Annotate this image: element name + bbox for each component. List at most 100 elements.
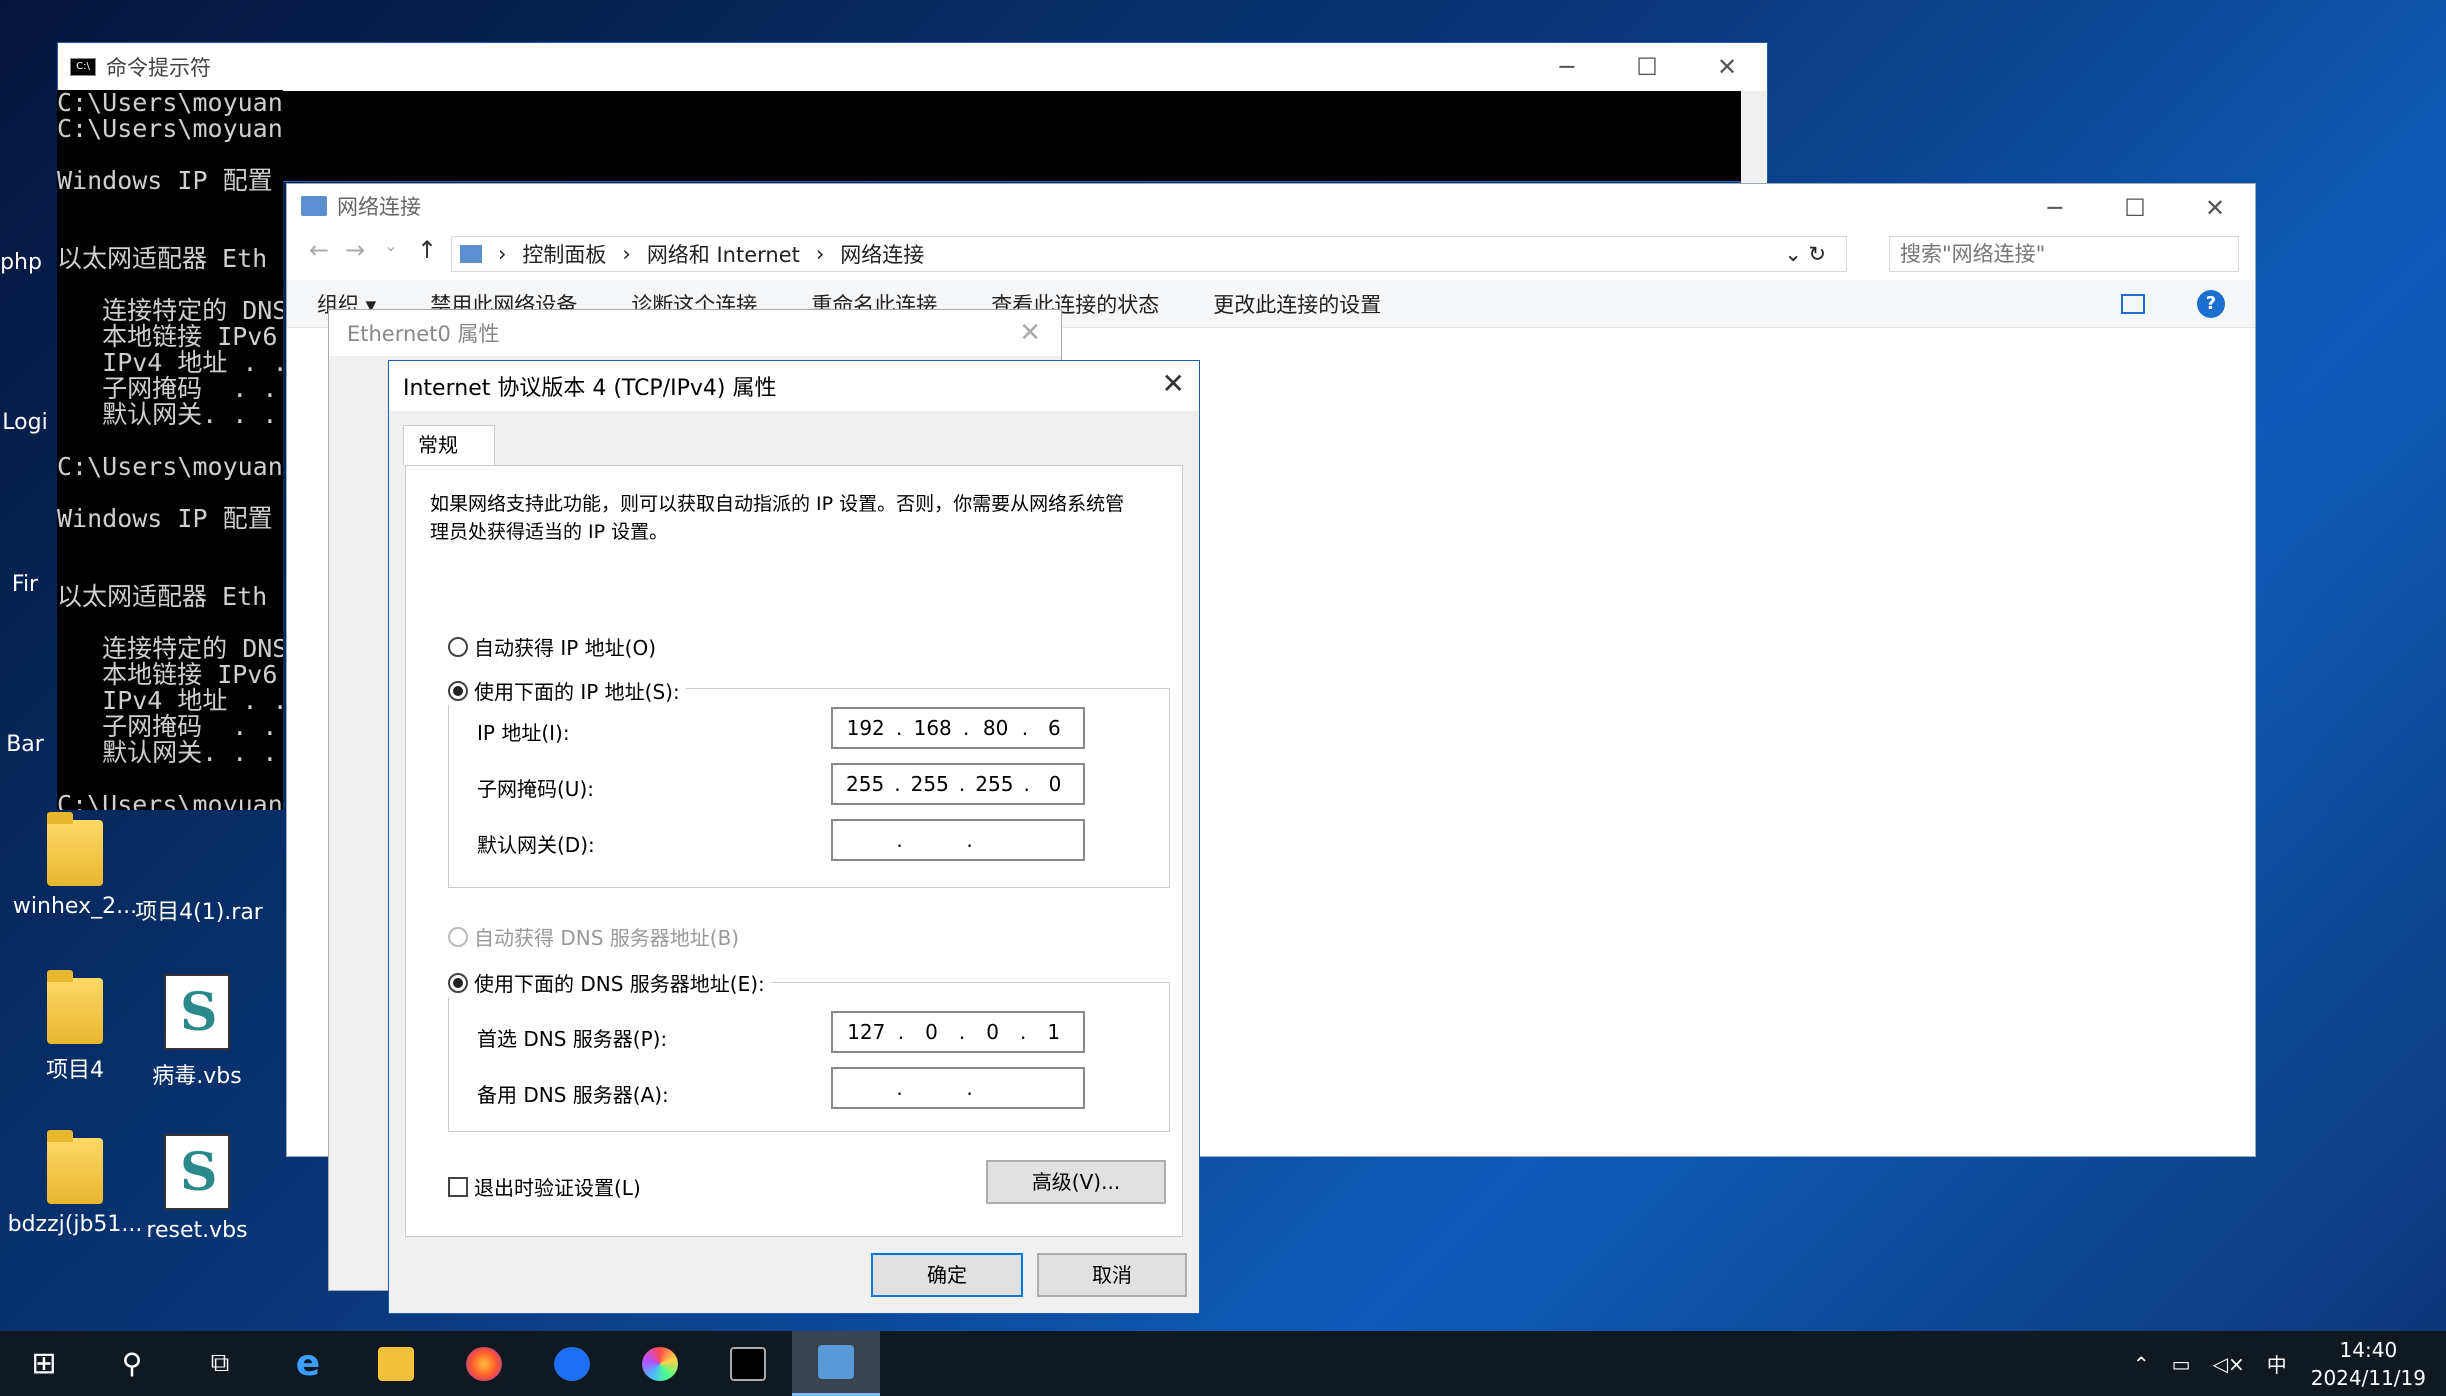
breadcrumb-sep-icon: › — [815, 242, 825, 266]
taskbar-firefox[interactable] — [440, 1331, 528, 1396]
close-icon[interactable]: ✕ — [2175, 184, 2255, 232]
volume-muted-icon[interactable]: ◁× — [2213, 1352, 2245, 1376]
validate-checkbox[interactable] — [448, 1176, 468, 1197]
cmd-titlebar[interactable]: C:\ 命令提示符 ─ ☐ ✕ — [58, 43, 1767, 91]
close-icon[interactable]: ✕ — [1687, 43, 1767, 91]
help-icon[interactable]: ? — [2197, 290, 2225, 318]
manual-dns-label: 使用下面的 DNS 服务器地址(E): — [474, 972, 765, 996]
cmd-title: 命令提示符 — [106, 56, 211, 80]
forward-icon[interactable]: → — [337, 236, 373, 264]
ip-octet: 127 — [847, 1020, 886, 1044]
manual-ip-radio-row[interactable]: 使用下面的 IP 地址(S): — [448, 676, 686, 705]
taskbar-explorer[interactable] — [352, 1331, 440, 1396]
cmd-window[interactable]: C:\ 命令提示符 ─ ☐ ✕ — [57, 42, 1768, 183]
breadcrumb-item[interactable]: 网络连接 — [840, 239, 924, 269]
internet-explorer-icon: e — [295, 1343, 321, 1384]
maximize-icon[interactable]: ☐ — [1607, 43, 1687, 91]
dns2-label: 备用 DNS 服务器(A): — [477, 1083, 669, 1107]
auto-dns-label: 自动获得 DNS 服务器地址(B) — [474, 926, 740, 950]
eth-titlebar[interactable]: Ethernet0 属性 — [329, 310, 1061, 356]
taskbar-cmd[interactable] — [704, 1331, 792, 1396]
cmd-scrollbar[interactable] — [1741, 91, 1767, 183]
close-icon[interactable]: ✕ — [1019, 318, 1041, 348]
manual-dns-radio-row[interactable]: 使用下面的 DNS 服务器地址(E): — [448, 968, 771, 997]
ipv4-titlebar[interactable]: Internet 协议版本 4 (TCP/IPv4) 属性 — [389, 361, 1199, 411]
chevron-down-icon[interactable]: ⌄ — [1784, 242, 1802, 266]
taskbar-app-blue[interactable] — [528, 1331, 616, 1396]
chevron-up-icon[interactable]: ⌃ — [2133, 1352, 2150, 1376]
subnet-mask-field[interactable]: 255. 255. 255. 0 — [831, 763, 1085, 805]
change-settings-button[interactable]: 更改此连接的设置 — [1213, 289, 1381, 319]
folder-icon — [47, 970, 103, 1044]
ip-address-field[interactable]: 192. 168. 80. 6 — [831, 707, 1085, 749]
back-icon[interactable]: ← — [301, 236, 337, 264]
maximize-icon[interactable]: ☐ — [2095, 184, 2175, 232]
ipv4-properties-dialog[interactable]: Internet 协议版本 4 (TCP/IPv4) 属性 ✕ 常规 如果网络支… — [388, 360, 1200, 1314]
desktop-icon-label: reset.vbs — [146, 1218, 248, 1243]
recent-icon[interactable]: ⌄ — [373, 236, 409, 264]
minimize-icon[interactable]: ─ — [2015, 184, 2095, 232]
auto-dns-radio[interactable] — [448, 926, 468, 947]
dns2-field[interactable]: . . — [831, 1067, 1085, 1109]
network-icon — [301, 196, 327, 216]
cmd-icon — [730, 1346, 766, 1381]
desktop-icon-label: 病毒.vbs — [152, 1064, 242, 1089]
breadcrumb-item[interactable]: 网络和 Internet — [647, 239, 800, 269]
script-icon — [164, 1134, 230, 1210]
gateway-field[interactable]: . . — [831, 819, 1085, 861]
minimize-icon[interactable]: ─ — [1527, 43, 1607, 91]
clock[interactable]: 14:40 2024/11/19 — [2311, 1336, 2426, 1392]
ip-octet: 255 — [910, 772, 949, 796]
validate-checkbox-row[interactable]: 退出时验证设置(L) — [448, 1172, 641, 1201]
close-icon[interactable]: ✕ — [1162, 367, 1185, 400]
manual-ip-radio[interactable] — [448, 680, 468, 701]
archive-icon — [124, 820, 274, 886]
search-icon: ⚲ — [121, 1347, 143, 1380]
ip-octet: 255 — [975, 772, 1014, 796]
ok-button[interactable]: 确定 — [871, 1253, 1023, 1297]
folder-icon — [47, 812, 103, 886]
file-explorer-icon — [378, 1346, 414, 1381]
desktop-icon-project-rar[interactable]: 项目4(1).rar — [124, 820, 274, 926]
search-input[interactable]: 搜索"网络连接" — [1889, 236, 2239, 272]
desktop-icon-virus-vbs[interactable]: 病毒.vbs — [122, 974, 272, 1090]
search-button[interactable]: ⚲ — [88, 1331, 176, 1396]
ime-indicator[interactable]: 中 — [2267, 1349, 2287, 1378]
taskbar-network-control[interactable] — [792, 1331, 880, 1396]
breadcrumb-item[interactable]: 控制面板 — [522, 239, 606, 269]
script-icon — [164, 974, 230, 1050]
auto-dns-radio-row[interactable]: 自动获得 DNS 服务器地址(B) — [448, 922, 739, 951]
taskbar-ie[interactable]: e — [264, 1331, 352, 1396]
tab-general[interactable]: 常规 — [403, 425, 495, 465]
refresh-icon[interactable]: ↻ — [1808, 242, 1826, 266]
network-status-icon[interactable]: ▭ — [2172, 1352, 2191, 1376]
cmd-app-icon: C:\ — [70, 58, 96, 76]
cancel-button[interactable]: 取消 — [1037, 1253, 1187, 1297]
start-button[interactable]: ⊞ — [0, 1331, 88, 1396]
manual-dns-radio[interactable] — [448, 972, 468, 993]
clock-date: 2024/11/19 — [2310, 1365, 2426, 1390]
system-tray: ⌃ ▭ ◁× 中 14:40 2024/11/19 — [2111, 1331, 2426, 1396]
windows-logo-icon: ⊞ — [31, 1346, 57, 1381]
task-view-icon: ⧉ — [210, 1348, 230, 1378]
auto-ip-radio[interactable] — [448, 636, 468, 657]
net-title: 网络连接 — [337, 195, 421, 219]
eth-title: Ethernet0 属性 — [347, 322, 500, 346]
auto-ip-label: 自动获得 IP 地址(O) — [474, 636, 657, 660]
desktop-icon-reset-vbs[interactable]: reset.vbs — [122, 1134, 272, 1243]
firefox-icon — [466, 1346, 502, 1381]
intro-text: 如果网络支持此功能，则可以获取自动指派的 IP 设置。否则，你需要从网络系统管理… — [430, 493, 1125, 543]
ip-group: IP 地址(I): 192. 168. 80. 6 子网掩码(U): 255. … — [448, 688, 1170, 888]
ai-app-icon — [642, 1346, 678, 1381]
up-icon[interactable]: ↑ — [409, 236, 445, 264]
taskbar-app-ai[interactable] — [616, 1331, 704, 1396]
advanced-button[interactable]: 高级(V)... — [986, 1160, 1166, 1204]
task-view-button[interactable]: ⧉ — [176, 1331, 264, 1396]
preview-pane-icon[interactable] — [2121, 294, 2145, 314]
dns1-field[interactable]: 127. 0. 0. 1 — [831, 1011, 1085, 1053]
ip-octet: 80 — [982, 716, 1009, 740]
net-titlebar[interactable]: 网络连接 ─ ☐ ✕ — [287, 184, 2255, 228]
auto-ip-radio-row[interactable]: 自动获得 IP 地址(O) — [448, 632, 656, 661]
address-bar[interactable]: › 控制面板 › 网络和 Internet › 网络连接 ⌄ ↻ — [451, 236, 1847, 272]
blue-app-icon — [554, 1346, 590, 1381]
